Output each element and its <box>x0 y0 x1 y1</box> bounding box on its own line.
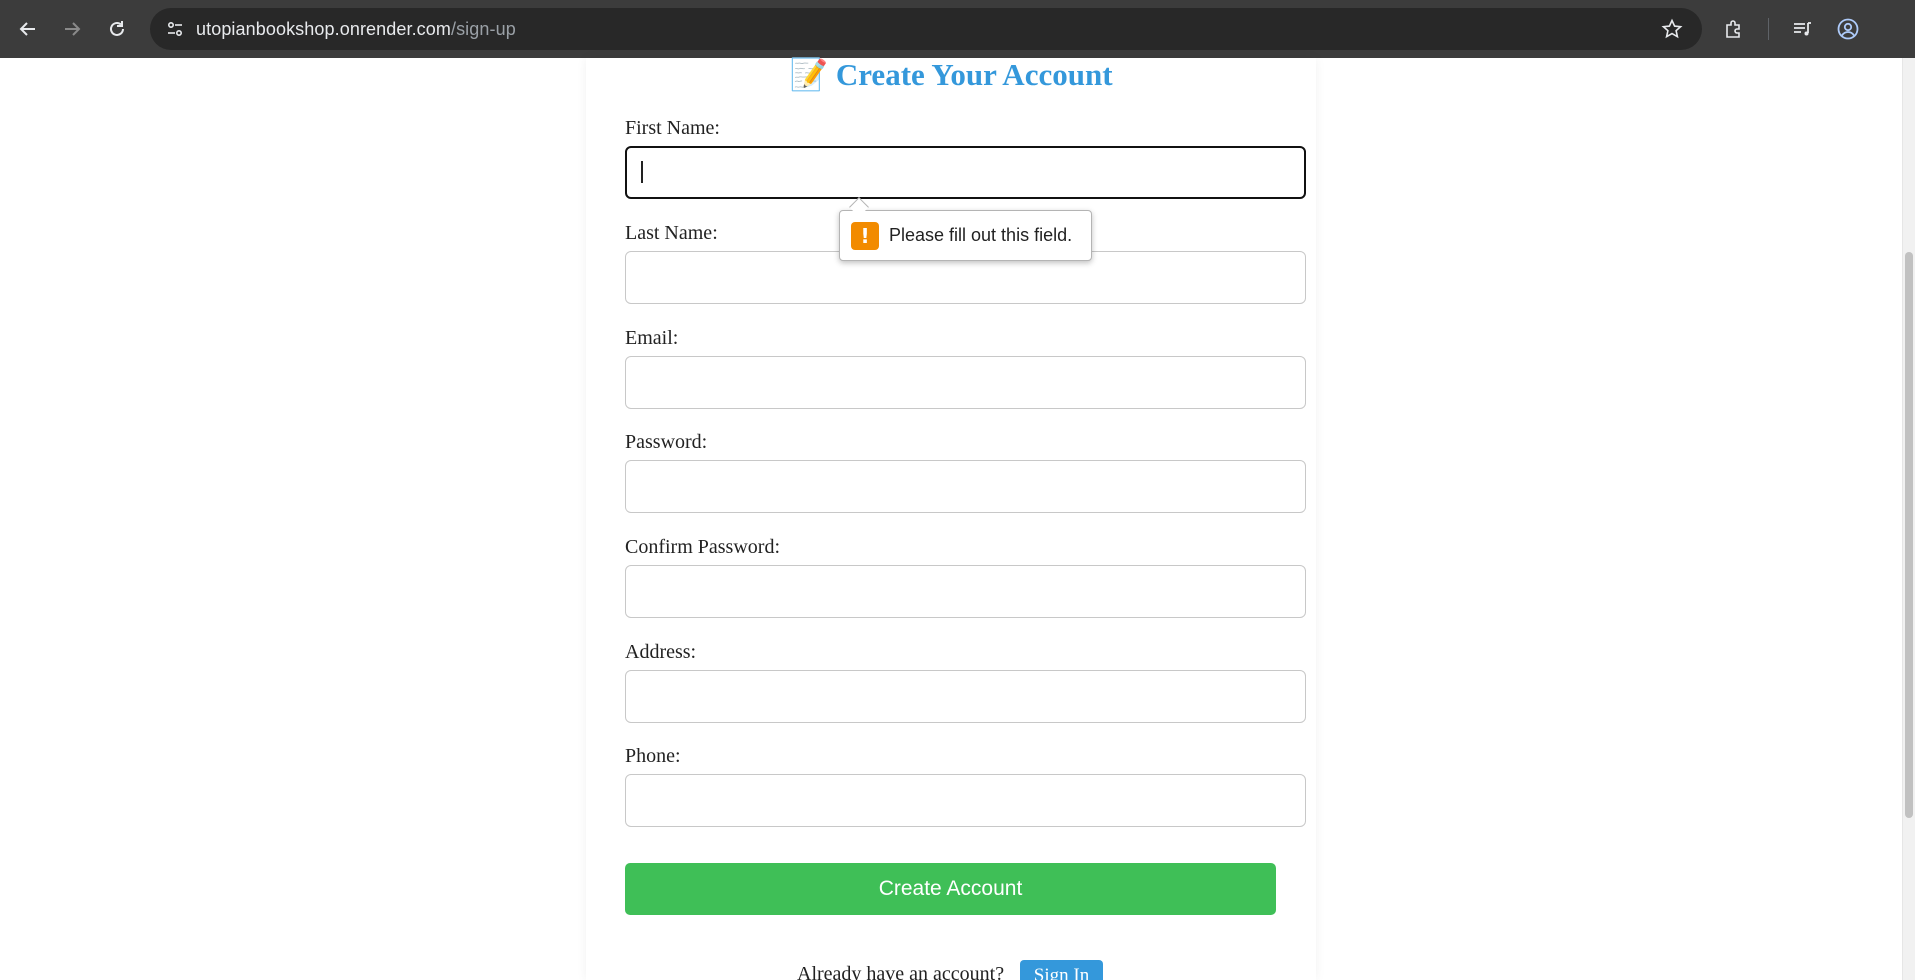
toolbar-divider <box>1768 18 1769 40</box>
confirm-password-label: Confirm Password: <box>625 536 780 558</box>
page-scrollbar-thumb[interactable] <box>1905 252 1913 818</box>
first-name-label: First Name: <box>625 117 720 139</box>
password-label: Password: <box>625 431 708 453</box>
forward-arrow-icon[interactable] <box>56 13 88 45</box>
profile-icon[interactable] <box>1832 13 1864 45</box>
site-info-icon[interactable] <box>160 14 190 44</box>
sign-in-button[interactable]: Sign In <box>1020 960 1103 980</box>
media-controls-icon[interactable] <box>1786 13 1818 45</box>
create-account-button[interactable]: Create Account <box>625 863 1276 915</box>
confirm-password-input[interactable] <box>625 565 1306 618</box>
browser-toolbar: utopianbookshop.onrender.com/sign-up <box>0 0 1915 58</box>
reload-icon[interactable] <box>101 13 133 45</box>
warning-icon: ! <box>851 222 879 250</box>
validation-tooltip: ! Please fill out this field. <box>839 210 1092 261</box>
back-arrow-icon[interactable] <box>12 13 44 45</box>
email-label: Email: <box>625 327 679 349</box>
password-input[interactable] <box>625 460 1306 513</box>
validation-message: Please fill out this field. <box>889 225 1073 245</box>
email-input[interactable] <box>625 356 1306 409</box>
page-title: 📝 Create Your Account <box>789 57 1113 92</box>
phone-input[interactable] <box>625 774 1306 827</box>
signin-prompt: Already have an account? <box>797 963 1005 980</box>
address-bar[interactable]: utopianbookshop.onrender.com/sign-up <box>150 8 1702 50</box>
address-label: Address: <box>625 641 697 663</box>
address-input[interactable] <box>625 670 1306 723</box>
bookmark-star-icon[interactable] <box>1656 13 1688 45</box>
memo-icon: 📝 <box>789 57 829 92</box>
url-text[interactable]: utopianbookshop.onrender.com/sign-up <box>196 19 516 40</box>
phone-label: Phone: <box>625 745 681 767</box>
text-caret <box>641 161 643 183</box>
first-name-input[interactable] <box>625 146 1306 199</box>
last-name-label: Last Name: <box>625 222 718 244</box>
extensions-icon[interactable] <box>1718 13 1750 45</box>
